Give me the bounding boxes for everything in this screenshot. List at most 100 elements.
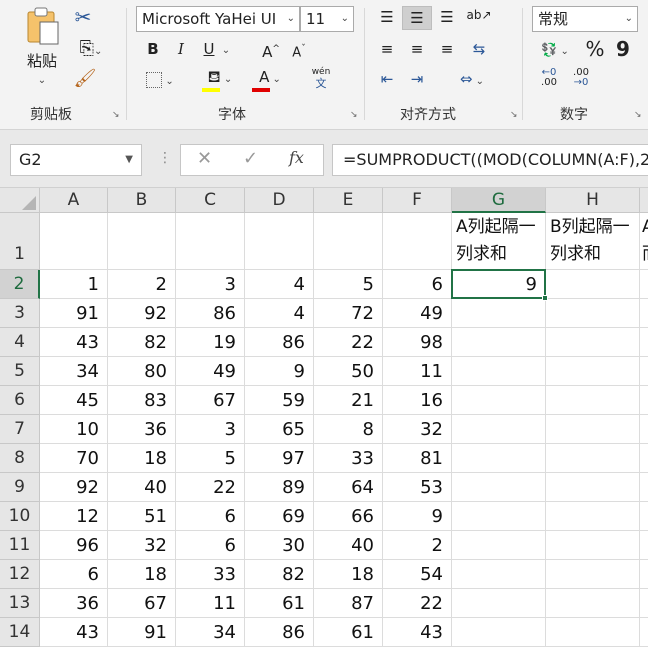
- cell[interactable]: 49: [176, 357, 245, 386]
- cell[interactable]: [640, 618, 648, 647]
- column-header-i[interactable]: [640, 188, 648, 213]
- cell[interactable]: 30: [245, 531, 314, 560]
- cell[interactable]: 5: [314, 270, 383, 299]
- cell[interactable]: 49: [383, 299, 452, 328]
- cell[interactable]: 92: [108, 299, 176, 328]
- cell[interactable]: 32: [108, 531, 176, 560]
- wrap-text-button[interactable]: ⇆: [464, 38, 494, 60]
- cell[interactable]: [640, 299, 648, 328]
- cell[interactable]: 1: [40, 270, 108, 299]
- cell[interactable]: 10: [40, 415, 108, 444]
- cell[interactable]: [640, 589, 648, 618]
- underline-dropdown-icon[interactable]: ⌄: [220, 40, 232, 62]
- cell[interactable]: 89: [245, 473, 314, 502]
- cell[interactable]: 33: [176, 560, 245, 589]
- cell[interactable]: [640, 386, 648, 415]
- cell[interactable]: [314, 213, 383, 270]
- cell[interactable]: 67: [108, 589, 176, 618]
- align-bottom-button[interactable]: ☰: [434, 6, 460, 28]
- cell[interactable]: 50: [314, 357, 383, 386]
- cell[interactable]: 91: [40, 299, 108, 328]
- cell[interactable]: [640, 502, 648, 531]
- cell[interactable]: 4: [245, 270, 314, 299]
- cell[interactable]: 3: [176, 270, 245, 299]
- cell[interactable]: [546, 386, 640, 415]
- cell[interactable]: 86: [245, 618, 314, 647]
- cell[interactable]: [640, 560, 648, 589]
- cell[interactable]: [640, 270, 648, 299]
- selected-cell-g2[interactable]: 9: [452, 270, 546, 299]
- cell[interactable]: [546, 357, 640, 386]
- decrease-indent-button[interactable]: ⇤: [374, 68, 400, 90]
- cell[interactable]: [546, 618, 640, 647]
- cell[interactable]: [546, 589, 640, 618]
- increase-decimal-button[interactable]: ←0.00: [534, 68, 564, 88]
- cell[interactable]: 21: [314, 386, 383, 415]
- cell[interactable]: [452, 531, 546, 560]
- row-header-3[interactable]: 3: [0, 299, 40, 328]
- cell[interactable]: [40, 213, 108, 270]
- cell[interactable]: 53: [383, 473, 452, 502]
- cell[interactable]: 69: [245, 502, 314, 531]
- align-center-button[interactable]: ≡: [404, 38, 430, 60]
- cell[interactable]: 22: [314, 328, 383, 357]
- alignment-dialog-launcher-icon[interactable]: ↘: [510, 110, 518, 120]
- cell[interactable]: [452, 386, 546, 415]
- column-header-h[interactable]: H: [546, 188, 640, 213]
- cell[interactable]: 91: [108, 618, 176, 647]
- cell[interactable]: 5: [176, 444, 245, 473]
- font-name-select[interactable]: Microsoft YaHei UI ⌄: [136, 6, 300, 32]
- row-header-6[interactable]: 6: [0, 386, 40, 415]
- row-header-8[interactable]: 8: [0, 444, 40, 473]
- phonetic-button[interactable]: wén 文: [306, 66, 336, 90]
- cell[interactable]: [452, 473, 546, 502]
- cell[interactable]: 81: [383, 444, 452, 473]
- align-left-button[interactable]: ≡: [374, 38, 400, 60]
- clipboard-dialog-launcher-icon[interactable]: ↘: [112, 110, 120, 120]
- italic-button[interactable]: I: [170, 38, 192, 60]
- cell[interactable]: 96: [40, 531, 108, 560]
- cell[interactable]: 6: [176, 502, 245, 531]
- cell[interactable]: 4: [245, 299, 314, 328]
- cell[interactable]: 3: [176, 415, 245, 444]
- cell[interactable]: 86: [176, 299, 245, 328]
- cell[interactable]: 36: [40, 589, 108, 618]
- cell[interactable]: [452, 618, 546, 647]
- cut-button[interactable]: ✂: [70, 6, 96, 30]
- cell[interactable]: 70: [40, 444, 108, 473]
- cell[interactable]: [640, 415, 648, 444]
- cell[interactable]: 32: [383, 415, 452, 444]
- cell[interactable]: [452, 502, 546, 531]
- formula-input[interactable]: =SUMPRODUCT((MOD(COLUMN(A:F),2: [332, 144, 648, 176]
- cell[interactable]: 65: [245, 415, 314, 444]
- decrease-decimal-button[interactable]: .00 →0: [566, 68, 596, 88]
- cell[interactable]: [546, 328, 640, 357]
- cell[interactable]: 43: [383, 618, 452, 647]
- percent-button[interactable]: %: [584, 38, 606, 60]
- cell[interactable]: A列起隔一列求和: [452, 213, 546, 270]
- cell[interactable]: [546, 560, 640, 589]
- cell[interactable]: B列起隔一列求和: [546, 213, 640, 270]
- row-header-9[interactable]: 9: [0, 473, 40, 502]
- column-header-b[interactable]: B: [108, 188, 176, 213]
- cell[interactable]: 16: [383, 386, 452, 415]
- cell[interactable]: 82: [108, 328, 176, 357]
- cell[interactable]: 36: [108, 415, 176, 444]
- cell[interactable]: 72: [314, 299, 383, 328]
- cell[interactable]: 33: [314, 444, 383, 473]
- cell[interactable]: 9: [383, 502, 452, 531]
- row-header-1[interactable]: 1: [0, 213, 40, 270]
- shrink-font-button[interactable]: Aˇ: [288, 38, 310, 64]
- cell[interactable]: 80: [108, 357, 176, 386]
- cell[interactable]: 61: [314, 618, 383, 647]
- cell[interactable]: 18: [108, 560, 176, 589]
- cell[interactable]: 22: [383, 589, 452, 618]
- cell[interactable]: 6: [176, 531, 245, 560]
- bold-button[interactable]: B: [142, 38, 164, 60]
- orientation-button[interactable]: ab↗: [464, 4, 494, 26]
- row-header-12[interactable]: 12: [0, 560, 40, 589]
- row-header-13[interactable]: 13: [0, 589, 40, 618]
- row-header-2[interactable]: 2: [0, 270, 40, 299]
- cell[interactable]: 87: [314, 589, 383, 618]
- cell[interactable]: 45: [40, 386, 108, 415]
